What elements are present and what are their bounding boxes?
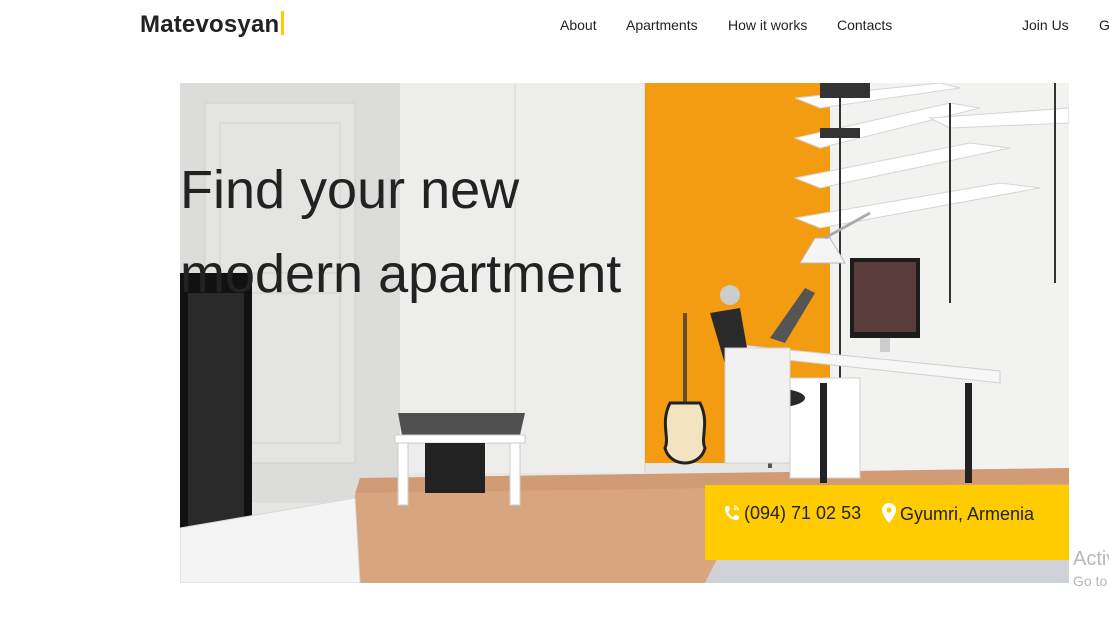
nav-link-contacts[interactable]: Contacts [837, 17, 892, 33]
watermark-line2: Go to [1073, 573, 1108, 589]
phone-icon [725, 505, 739, 520]
contact-phone-number: (094) 71 02 53 [744, 503, 862, 523]
brand-logo[interactable]: Matevosyan [140, 11, 285, 39]
activation-watermark: Activ Go to [1073, 548, 1109, 589]
hero-title: Find your new modern apartment [180, 148, 700, 316]
contact-location[interactable]: Gyumri, Armenia [882, 503, 1034, 525]
contact-phone[interactable]: (094) 71 02 53 [724, 503, 861, 524]
map-pin-icon [882, 503, 896, 523]
nav-link-cut-off[interactable]: G [1099, 17, 1109, 33]
nav-link-about[interactable]: About [560, 17, 597, 33]
logo-cursor [281, 11, 285, 35]
nav-link-apartments[interactable]: Apartments [626, 17, 698, 33]
watermark-line1: Activ [1073, 548, 1109, 570]
nav-link-join-us[interactable]: Join Us [1022, 17, 1069, 33]
brand-name: Matevosyan [140, 11, 280, 38]
nav-link-how-it-works[interactable]: How it works [728, 17, 807, 33]
hero-title-line2: modern apartment [180, 244, 622, 304]
hero-title-line1: Find your new [180, 160, 520, 220]
contact-location-text: Gyumri, Armenia [900, 504, 1035, 524]
